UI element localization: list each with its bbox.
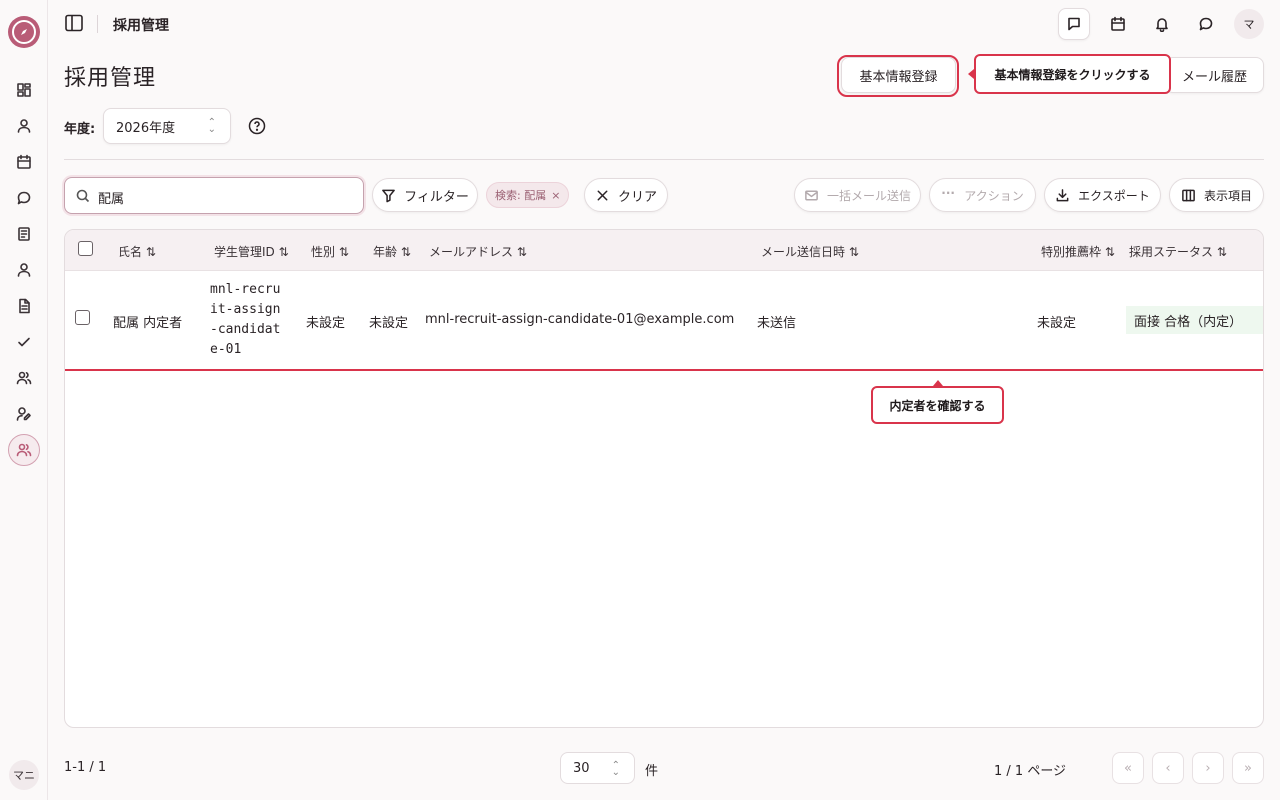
- columns-icon: [1181, 188, 1196, 203]
- app-logo[interactable]: [8, 16, 40, 48]
- check-icon[interactable]: [14, 332, 34, 352]
- help-icon[interactable]: [248, 117, 266, 135]
- per-page-value: 30: [573, 760, 590, 776]
- first-page-icon[interactable]: «: [1112, 752, 1144, 784]
- result-count: 1-1 / 1: [64, 760, 107, 775]
- close-icon[interactable]: ×: [551, 189, 560, 202]
- search-chip-label: 検索: 配属: [495, 189, 547, 202]
- cell-student-id: mnl-recru it-assign -candidat e-01: [210, 280, 280, 360]
- search-chip[interactable]: 検索: 配属 ×: [486, 182, 570, 208]
- sidebar: マニ: [0, 0, 48, 800]
- page-info: 1 / 1 ページ: [994, 764, 1067, 779]
- sidebar-toggle-icon[interactable]: [64, 13, 84, 33]
- row-highlight: [65, 369, 1263, 371]
- column-header-mail-sent[interactable]: メール送信日時 ⇅: [761, 243, 859, 260]
- clear-label: クリア: [617, 189, 657, 205]
- x-icon: [595, 188, 610, 203]
- chat-icon[interactable]: [14, 188, 34, 208]
- book-icon[interactable]: [14, 224, 34, 244]
- register-tooltip: 基本情報登録をクリックする: [968, 54, 1171, 94]
- document-icon[interactable]: [14, 296, 34, 316]
- chevron-updown-icon: ⌃ ⌄: [611, 760, 620, 778]
- mail-history-button[interactable]: メール履歴: [1165, 57, 1264, 93]
- action-button[interactable]: ··· アクション: [929, 178, 1036, 212]
- candidates-table: 氏名 ⇅ 学生管理ID ⇅ 性別 ⇅ 年齢 ⇅ メールアドレス ⇅ メール送信日…: [64, 229, 1264, 728]
- column-header-status[interactable]: 採用ステータス ⇅: [1129, 243, 1227, 260]
- row-checkbox[interactable]: [75, 310, 90, 325]
- search-input[interactable]: 配属: [64, 177, 364, 214]
- export-label: エクスポート: [1078, 188, 1150, 203]
- cell-student-id-line: -candidat: [210, 322, 281, 337]
- export-button[interactable]: エクスポート: [1044, 178, 1161, 212]
- cell-special: 未設定: [1037, 316, 1077, 331]
- last-page-icon[interactable]: »: [1232, 752, 1264, 784]
- per-page-unit: 件: [645, 764, 659, 779]
- per-page-select[interactable]: 30 ⌃ ⌄: [560, 752, 635, 784]
- status-badge: 面接 合格（内定）: [1126, 306, 1263, 334]
- bulk-mail-label: 一括メール送信: [826, 188, 911, 203]
- cell-mail-sent: 未送信: [757, 316, 797, 331]
- year-select-value: 2026年度: [116, 120, 176, 136]
- year-label: 年度:: [64, 122, 96, 137]
- column-header-age[interactable]: 年齢 ⇅: [373, 243, 411, 260]
- header-avatar[interactable]: マ: [1234, 9, 1264, 39]
- person-icon[interactable]: [14, 260, 34, 280]
- more-icon: ···: [941, 185, 955, 200]
- row-tooltip-text: 内定者を確認する: [889, 398, 986, 413]
- clear-button[interactable]: クリア: [584, 178, 668, 212]
- cell-email: mnl-recruit-assign-candidate-01@example.…: [425, 312, 735, 327]
- cell-student-id-line: mnl-recru: [210, 282, 281, 297]
- row-tooltip: 内定者を確認する: [871, 380, 1004, 424]
- cell-gender: 未設定: [306, 316, 346, 331]
- filter-button[interactable]: フィルター: [372, 178, 478, 212]
- chat-header-icon[interactable]: [1190, 8, 1222, 40]
- recruit-nav-icon[interactable]: [8, 434, 40, 466]
- filter-icon: [381, 188, 396, 203]
- search-input-value: 配属: [98, 192, 125, 207]
- column-header-student-id[interactable]: 学生管理ID ⇅: [214, 243, 289, 260]
- filter-label: フィルター: [404, 189, 469, 205]
- message-icon[interactable]: [1058, 8, 1090, 40]
- table-header: 氏名 ⇅ 学生管理ID ⇅ 性別 ⇅ 年齢 ⇅ メールアドレス ⇅ メール送信日…: [65, 230, 1263, 271]
- search-icon: [76, 189, 90, 203]
- column-header-special[interactable]: 特別推薦枠 ⇅: [1041, 243, 1115, 260]
- select-all-checkbox[interactable]: [78, 241, 93, 256]
- action-label: アクション: [964, 188, 1024, 203]
- header-title: 採用管理: [113, 18, 169, 34]
- cell-age: 未設定: [369, 316, 409, 331]
- section-divider: [64, 159, 1264, 160]
- columns-label: 表示項目: [1203, 188, 1252, 203]
- calendar-header-icon[interactable]: [1102, 8, 1134, 40]
- columns-button[interactable]: 表示項目: [1169, 178, 1264, 212]
- cell-student-id-line: it-assign: [210, 302, 281, 317]
- user-edit-icon[interactable]: [14, 404, 34, 424]
- calendar-icon[interactable]: [14, 152, 34, 172]
- bell-icon[interactable]: [1146, 8, 1178, 40]
- register-tooltip-text: 基本情報登録をクリックする: [994, 67, 1151, 82]
- column-header-name[interactable]: 氏名 ⇅: [118, 243, 156, 260]
- sidebar-avatar[interactable]: マニ: [9, 760, 39, 790]
- register-button-highlight: [837, 55, 959, 97]
- users-icon[interactable]: [14, 368, 34, 388]
- cell-name: 配属 内定者: [113, 316, 183, 331]
- dashboard-icon[interactable]: [14, 80, 34, 100]
- user-icon[interactable]: [14, 116, 34, 136]
- column-header-gender[interactable]: 性別 ⇅: [311, 243, 349, 260]
- column-header-email[interactable]: メールアドレス ⇅: [429, 243, 527, 260]
- prev-page-icon[interactable]: ‹: [1152, 752, 1184, 784]
- header-divider: [97, 15, 98, 33]
- bulk-mail-button[interactable]: 一括メール送信: [794, 178, 921, 212]
- next-page-icon[interactable]: ›: [1192, 752, 1224, 784]
- year-select[interactable]: 2026年度 ⌃ ⌄: [103, 108, 231, 144]
- mail-icon: [804, 188, 819, 203]
- download-icon: [1055, 188, 1070, 203]
- tooltip-arrow: [933, 380, 943, 386]
- page-title: 採用管理: [64, 66, 157, 91]
- tooltip-arrow: [968, 69, 974, 79]
- chevron-updown-icon: ⌃ ⌄: [207, 117, 216, 135]
- cell-student-id-line: e-01: [210, 342, 242, 357]
